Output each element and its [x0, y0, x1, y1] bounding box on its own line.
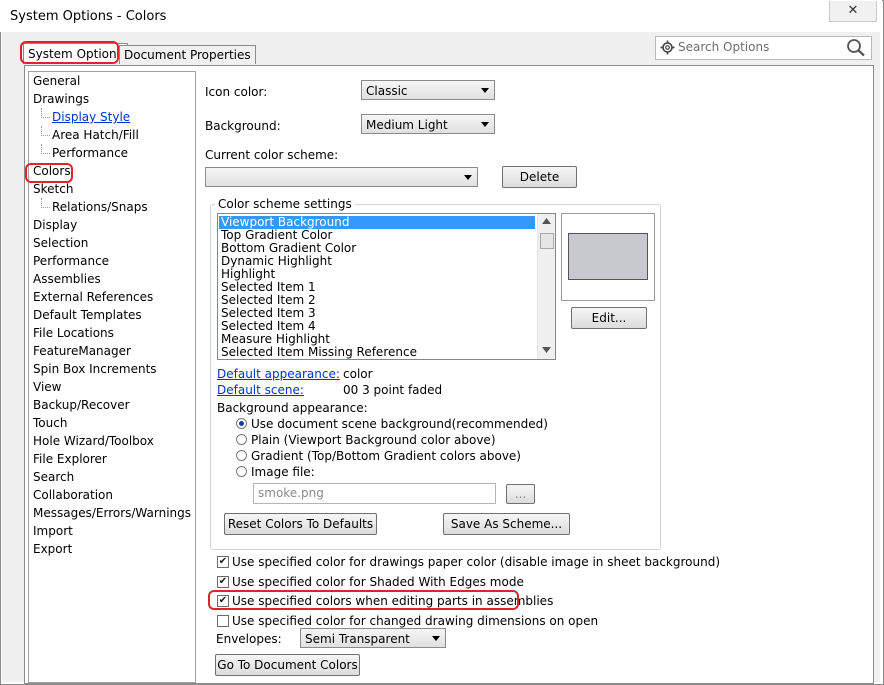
annotation-highlight-checkbox — [208, 590, 519, 610]
tree-item-search[interactable]: Search — [33, 468, 74, 486]
default-scene-link[interactable]: Default scene: — [217, 383, 304, 397]
scroll-up-icon[interactable] — [542, 218, 551, 224]
tree-item-messages-errors-warnings[interactable]: Messages/Errors/Warnings — [33, 504, 191, 522]
search-placeholder: Search Options — [678, 40, 770, 54]
checkbox-label[interactable]: Use specified color for drawings paper c… — [232, 555, 720, 569]
radio-button[interactable] — [236, 450, 247, 461]
save-as-scheme-button[interactable]: Save As Scheme... — [443, 513, 570, 535]
color-scheme-select[interactable] — [205, 167, 478, 187]
tree-connector — [41, 108, 50, 118]
checkbox[interactable]: ✔ — [217, 556, 229, 568]
background-value: Medium Light — [366, 118, 448, 132]
tree-item-backup-recover[interactable]: Backup/Recover — [33, 396, 130, 414]
radio-button[interactable] — [236, 434, 247, 445]
window-title: System Options - Colors — [10, 9, 167, 24]
checkbox-label[interactable]: Use specified color for changed drawing … — [232, 614, 598, 628]
color-settings-list[interactable]: Viewport Background Top Gradient Color Bot… — [217, 213, 556, 360]
tree-item-drawings[interactable]: Drawings — [33, 90, 89, 108]
search-input[interactable]: Search Options — [655, 36, 872, 60]
tree-item-collaboration[interactable]: Collaboration — [33, 486, 113, 504]
color-preview-frame — [561, 213, 655, 301]
tree-item-export[interactable]: Export — [33, 540, 72, 558]
checkbox[interactable] — [217, 614, 229, 627]
color-scheme-label: Current color scheme: — [205, 148, 339, 162]
radio-label[interactable]: Gradient (Top/Bottom Gradient colors abo… — [251, 449, 521, 463]
icon-color-value: Classic — [366, 84, 408, 98]
default-appearance-link[interactable]: Default appearance: — [217, 367, 340, 381]
background-label: Background: — [205, 119, 281, 133]
tab-document-properties[interactable]: Document Properties — [119, 45, 256, 64]
tree-item-touch[interactable]: Touch — [33, 414, 67, 432]
checkbox[interactable]: ✔ — [217, 575, 229, 588]
tree-item-general[interactable]: General — [33, 72, 80, 90]
tree-item-performance[interactable]: Performance — [52, 144, 128, 162]
background-select[interactable]: Medium Light — [361, 114, 495, 134]
tree-item-display[interactable]: Display — [33, 216, 77, 234]
edit-button[interactable]: Edit... — [571, 307, 647, 329]
radio-label[interactable]: Image file: — [251, 465, 315, 479]
radio-label[interactable]: Use document scene background(recommende… — [251, 417, 548, 431]
tree-item-featuremanager[interactable]: FeatureManager — [33, 342, 131, 360]
tree-item-relations-snaps[interactable]: Relations/Snaps — [52, 198, 148, 216]
tree-item-default-templates[interactable]: Default Templates — [33, 306, 142, 324]
list-scrollbar[interactable] — [537, 214, 555, 359]
reset-colors-button[interactable]: Reset Colors To Defaults — [224, 513, 377, 535]
chevron-down-icon — [464, 175, 472, 180]
image-file-input[interactable]: smoke.png — [253, 483, 496, 504]
annotation-highlight-colors — [25, 163, 73, 183]
tree-connector — [41, 126, 50, 136]
chevron-down-icon — [481, 122, 489, 127]
tree-item-external-references[interactable]: External References — [33, 288, 153, 306]
radio-button[interactable] — [236, 418, 247, 429]
tab-label: Document Properties — [124, 48, 251, 62]
scroll-down-icon[interactable] — [542, 347, 551, 353]
scroll-thumb[interactable] — [540, 233, 554, 249]
tree-item-selection[interactable]: Selection — [33, 234, 88, 252]
tree-item-area-hatch-fill[interactable]: Area Hatch/Fill — [52, 126, 139, 144]
group-title: Color scheme settings — [215, 197, 355, 211]
tree-item-import[interactable]: Import — [33, 522, 73, 540]
close-icon: ✕ — [847, 3, 859, 18]
radio-button[interactable] — [236, 466, 247, 477]
tree-item-performance[interactable]: Performance — [33, 252, 109, 270]
annotation-highlight-tab — [20, 41, 119, 64]
tree-connector — [41, 198, 50, 208]
tree-item-file-locations[interactable]: File Locations — [33, 324, 114, 342]
icon-color-select[interactable]: Classic — [361, 80, 495, 100]
background-appearance-label: Background appearance: — [217, 401, 368, 415]
tree-item-display-style[interactable]: Display Style — [52, 108, 130, 126]
color-swatch — [568, 233, 648, 280]
chevron-down-icon — [432, 636, 440, 641]
tree-item-assemblies[interactable]: Assemblies — [33, 270, 101, 288]
title-bar[interactable]: System Options - Colors ✕ — [0, 0, 882, 32]
tree-item-spin-box-increments[interactable]: Spin Box Increments — [33, 360, 157, 378]
go-to-document-colors-button[interactable]: Go To Document Colors — [215, 654, 360, 676]
default-appearance-value: color — [343, 367, 373, 381]
list-item[interactable]: Selected Item Missing Reference — [219, 346, 535, 359]
icon-color-label: Icon color: — [205, 85, 268, 99]
gear-icon[interactable] — [660, 40, 675, 55]
envelopes-value: Semi Transparent — [305, 632, 410, 646]
close-button[interactable]: ✕ — [829, 1, 877, 22]
radio-label[interactable]: Plain (Viewport Background color above) — [251, 433, 496, 447]
envelopes-label: Envelopes: — [216, 632, 282, 646]
browse-button[interactable]: ... — [506, 484, 535, 504]
tree-connector — [41, 144, 50, 154]
tree-item-view[interactable]: View — [33, 378, 61, 396]
chevron-down-icon — [481, 88, 489, 93]
default-scene-value: 00 3 point faded — [343, 383, 443, 397]
search-icon[interactable] — [846, 38, 866, 57]
tree-item-file-explorer[interactable]: File Explorer — [33, 450, 107, 468]
tree-item-hole-wizard-toolbox[interactable]: Hole Wizard/Toolbox — [33, 432, 154, 450]
envelopes-select[interactable]: Semi Transparent — [300, 628, 446, 648]
delete-button[interactable]: Delete — [502, 166, 577, 188]
checkbox-label[interactable]: Use specified color for Shaded With Edge… — [232, 575, 524, 589]
